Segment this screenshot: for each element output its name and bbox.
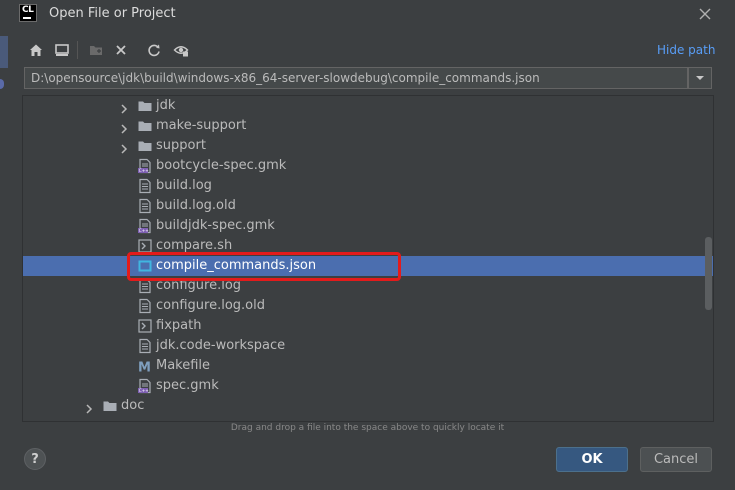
close-icon[interactable] xyxy=(697,6,713,22)
folder-icon xyxy=(137,138,153,154)
shell-script-icon xyxy=(137,238,153,254)
tree-item[interactable]: jdk.code-workspace xyxy=(23,336,713,356)
tree-item[interactable]: configure.log.old xyxy=(23,296,713,316)
tree-item[interactable]: fixpath xyxy=(23,316,713,336)
refresh-icon[interactable] xyxy=(145,41,163,59)
tree-item-label: support xyxy=(156,138,206,153)
show-hidden-icon[interactable] xyxy=(172,41,190,59)
chevron-right-icon[interactable] xyxy=(118,140,130,154)
text-file-icon xyxy=(137,198,153,214)
svg-text:M: M xyxy=(138,361,151,375)
tree-item-label: jdk xyxy=(156,98,176,113)
text-file-icon xyxy=(137,178,153,194)
folder-icon xyxy=(102,398,118,414)
folder-icon xyxy=(137,98,153,114)
tree-item-label: jdk.code-workspace xyxy=(156,338,286,353)
tree-item[interactable]: doc xyxy=(23,396,713,416)
new-folder-icon[interactable] xyxy=(87,41,105,59)
tree-item[interactable]: jdk xyxy=(23,96,713,116)
tree-item[interactable]: build.log xyxy=(23,176,713,196)
tree-item-label: bootcycle-spec.gmk xyxy=(156,158,287,173)
tree-item-label: compile_commands.json xyxy=(156,258,317,273)
tree-item-label: build.log xyxy=(156,178,212,193)
chevron-right-icon[interactable] xyxy=(118,120,130,134)
desktop-icon[interactable] xyxy=(53,41,71,59)
hide-path-link[interactable]: Hide path xyxy=(657,43,715,57)
tree-item[interactable]: build.log.old xyxy=(23,196,713,216)
tree-item[interactable]: C++ bootcycle-spec.gmk xyxy=(23,156,713,176)
path-input[interactable] xyxy=(31,68,681,88)
chevron-down-icon xyxy=(696,76,704,80)
home-icon[interactable] xyxy=(27,41,45,59)
clion-logo-icon: CL xyxy=(19,4,37,22)
cancel-button[interactable]: Cancel xyxy=(640,447,712,472)
tree-item[interactable]: compare.sh xyxy=(23,236,713,256)
dialog-title: Open File or Project xyxy=(49,6,176,21)
tree-item-label: spec.gmk xyxy=(156,378,219,393)
chevron-right-icon[interactable] xyxy=(118,100,130,114)
tree-item-label: doc xyxy=(121,398,145,413)
text-file-icon xyxy=(137,298,153,314)
ok-button[interactable]: OK xyxy=(556,447,628,472)
toolbar-separator xyxy=(77,41,78,59)
tree-item[interactable]: C++ spec.gmk xyxy=(23,376,713,396)
tree-item[interactable]: C++ buildjdk-spec.gmk xyxy=(23,216,713,236)
text-file-icon xyxy=(137,278,153,294)
shell-script-icon xyxy=(137,318,153,334)
svg-text:C++: C++ xyxy=(139,388,149,393)
background-window-edge xyxy=(0,36,8,68)
logo-text: CL xyxy=(22,5,34,15)
tree-item[interactable]: support xyxy=(23,136,713,156)
file-tree[interactable]: jdk make-support support C++ bootcycle-spec.… xyxy=(22,95,714,422)
makefile-icon: M xyxy=(137,358,153,376)
json-file-icon xyxy=(137,258,153,274)
folder-icon xyxy=(137,118,153,134)
tree-item[interactable]: configure.log xyxy=(23,276,713,296)
tree-item[interactable]: compile_commands.json xyxy=(23,256,713,276)
svg-text:C++: C++ xyxy=(139,228,149,233)
drag-drop-hint: Drag and drop a file into the space abov… xyxy=(230,423,505,433)
tree-item-label: buildjdk-spec.gmk xyxy=(156,218,275,233)
background-window-marker xyxy=(0,79,4,89)
tree-item-label: compare.sh xyxy=(156,238,233,253)
tree-scrollbar-thumb[interactable] xyxy=(705,237,712,310)
tree-item-label: configure.log xyxy=(156,278,242,293)
title-bar: CL Open File or Project xyxy=(0,0,735,30)
tree-item-label: configure.log.old xyxy=(156,298,265,313)
svg-text:C++: C++ xyxy=(139,168,149,173)
gmk-file-icon: C++ xyxy=(137,378,153,394)
path-history-dropdown[interactable] xyxy=(688,67,712,89)
chevron-right-icon[interactable] xyxy=(83,400,95,414)
gmk-file-icon: C++ xyxy=(137,158,153,174)
tree-item-label: Makefile xyxy=(156,358,211,373)
tree-item[interactable]: M Makefile xyxy=(23,356,713,376)
delete-icon[interactable] xyxy=(112,41,130,59)
tree-item-label: fixpath xyxy=(156,318,202,333)
text-file-icon xyxy=(137,338,153,354)
tree-item-label: build.log.old xyxy=(156,198,236,213)
tree-item[interactable]: make-support xyxy=(23,116,713,136)
gmk-file-icon: C++ xyxy=(137,218,153,234)
help-button[interactable]: ? xyxy=(24,448,46,470)
path-field[interactable] xyxy=(24,67,688,89)
tree-item-label: make-support xyxy=(156,118,247,133)
